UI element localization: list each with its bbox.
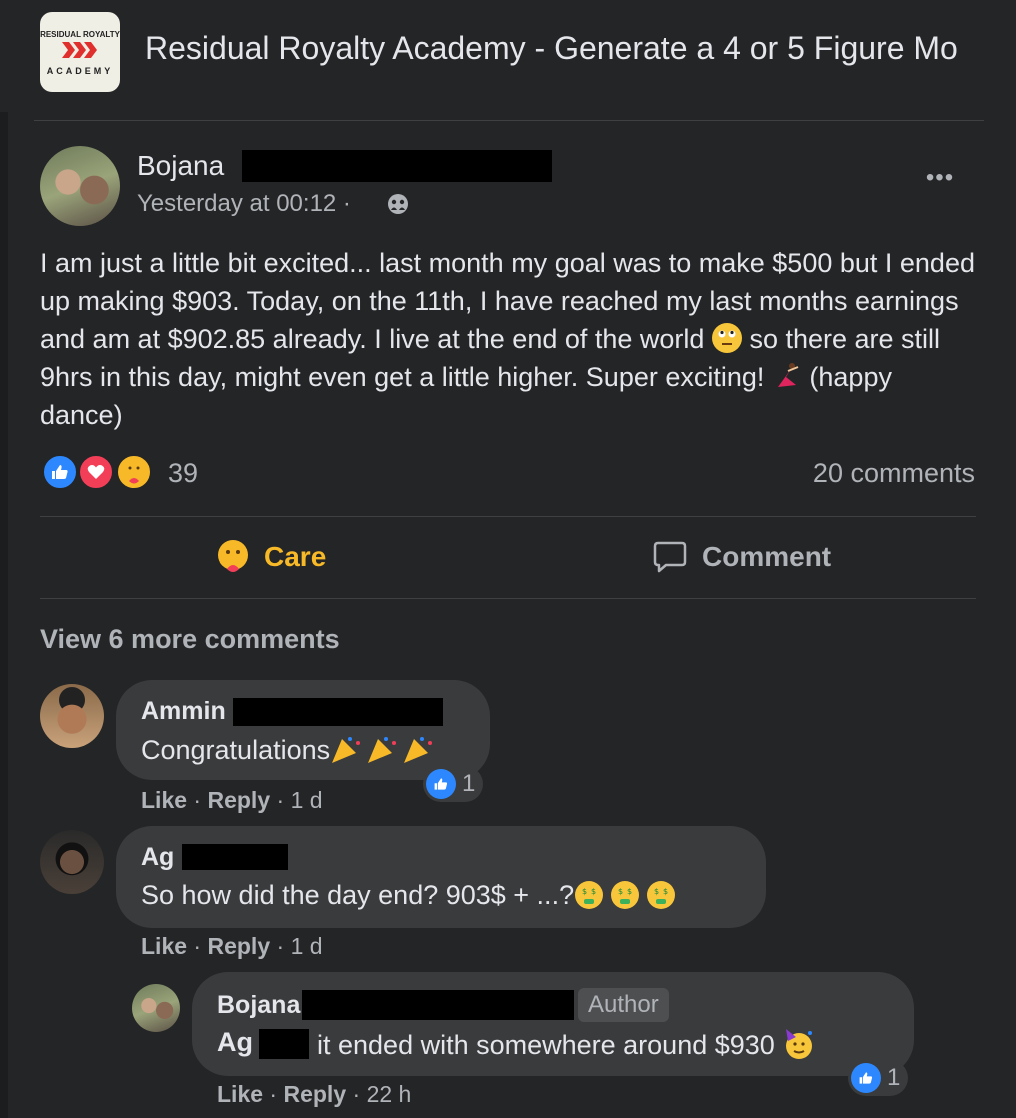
care-label: Care — [264, 541, 327, 572]
chevrons-icon — [62, 42, 97, 58]
redacted-surname — [233, 698, 443, 726]
divider — [40, 516, 976, 517]
left-edge — [0, 112, 8, 1118]
post-timestamp[interactable]: Yesterday at 00:12 · — [137, 190, 351, 218]
like-reaction-icon — [426, 769, 456, 799]
comment-icon — [653, 541, 687, 573]
care-reaction-icon — [116, 454, 152, 490]
party-popper-emoji-icon — [332, 737, 433, 763]
reply-text-body: it ended with somewhere around $930 — [317, 1027, 816, 1061]
comment-author[interactable]: Ammin — [141, 697, 226, 726]
svg-text:$: $ — [582, 887, 587, 896]
group-logo[interactable]: RESIDUAL ROYALTY ACADEMY — [40, 12, 120, 92]
reply-link[interactable]: Reply — [283, 1081, 346, 1107]
mention-link[interactable]: Ag — [217, 1027, 253, 1057]
reply-author[interactable]: Bojana — [217, 991, 300, 1020]
love-reaction-icon — [78, 454, 114, 490]
comment-text: So how did the day end? 903$ + ...? $ $ $ $ $… — [141, 879, 682, 911]
comment-bubble — [116, 826, 766, 928]
view-more-comments[interactable]: View 6 more comments — [40, 624, 340, 655]
post-author-avatar[interactable] — [40, 146, 120, 226]
reaction-count[interactable]: 39 — [168, 458, 198, 489]
comment-label: Comment — [702, 541, 832, 572]
more-options-icon[interactable]: ••• — [918, 164, 962, 200]
group-members-icon — [388, 194, 408, 214]
redacted-surname — [302, 990, 574, 1020]
redacted-surname — [242, 150, 552, 182]
comment-reaction-badge[interactable]: 1 — [423, 766, 484, 802]
comment-button[interactable]: Comment — [652, 532, 831, 582]
svg-text:$: $ — [618, 887, 623, 896]
comment-text: Congratulations — [141, 733, 438, 766]
post-body: I am just a little bit excited... last m… — [40, 244, 980, 434]
group-logo-line2: ACADEMY — [46, 66, 114, 76]
redacted-surname — [182, 844, 288, 870]
svg-text:$: $ — [627, 887, 632, 896]
comment-actions: Like · Reply · 1 d — [141, 933, 323, 959]
comment-reaction-count: 1 — [462, 770, 476, 797]
partying-face-emoji-icon — [786, 1029, 813, 1059]
eye-roll-emoji-icon — [711, 323, 742, 353]
group-header: RESIDUAL ROYALTY ACADEMY Residual Royalt… — [0, 0, 1016, 112]
reply-age[interactable]: 22 h — [367, 1081, 412, 1107]
like-reaction-icon — [851, 1063, 881, 1093]
reaction-summary[interactable] — [40, 452, 160, 492]
like-link[interactable]: Like — [217, 1081, 263, 1107]
money-mouth-emoji-icon: $ $ $ $ $ $ — [575, 881, 676, 909]
comment-author[interactable]: Ag — [141, 843, 174, 872]
post-author-name[interactable]: Bojana — [137, 150, 224, 182]
comment-text-content: So how did the day end? 903$ + ...? — [141, 880, 575, 910]
reply-actions: Like · Reply · 22 h — [217, 1081, 412, 1107]
care-button[interactable]: Care — [214, 532, 326, 582]
group-title[interactable]: Residual Royalty Academy - Generate a 4 … — [145, 30, 958, 67]
like-link[interactable]: Like — [141, 933, 187, 959]
like-link[interactable]: Like — [141, 787, 187, 813]
comment-avatar[interactable] — [40, 684, 104, 748]
redacted-mention — [259, 1029, 309, 1059]
reply-text-content: it ended with somewhere around $930 — [317, 1030, 775, 1060]
care-icon — [218, 540, 248, 572]
reply-link[interactable]: Reply — [207, 787, 270, 813]
divider — [34, 120, 984, 121]
comment-age[interactable]: 1 d — [291, 787, 323, 813]
like-reaction-icon — [42, 454, 78, 490]
reply-reaction-badge[interactable]: 1 — [848, 1060, 909, 1096]
comment-avatar[interactable] — [40, 830, 104, 894]
reply-link[interactable]: Reply — [207, 933, 270, 959]
comment-text-content: Congratulations — [141, 735, 331, 765]
svg-text:$: $ — [654, 887, 659, 896]
svg-text:$: $ — [663, 887, 668, 896]
reply-text: Ag — [217, 1027, 253, 1058]
group-logo-line1: RESIDUAL ROYALTY — [40, 30, 120, 39]
comment-age[interactable]: 1 d — [291, 933, 323, 959]
divider — [40, 598, 976, 599]
comment-count[interactable]: 20 comments — [813, 458, 975, 489]
svg-text:$: $ — [591, 887, 596, 896]
author-badge: Author — [578, 988, 669, 1022]
reply-reaction-count: 1 — [887, 1064, 901, 1091]
comment-actions: Like · Reply · 1 d — [141, 787, 323, 813]
reply-avatar[interactable] — [132, 984, 180, 1032]
dancer-emoji-icon — [772, 361, 802, 391]
